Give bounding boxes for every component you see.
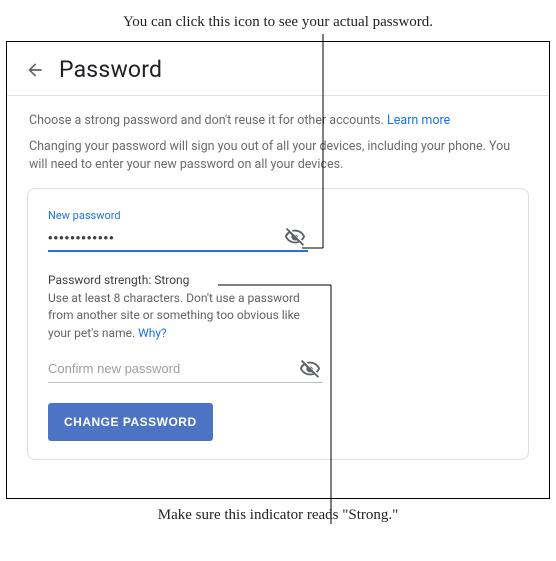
why-link[interactable]: Why? <box>138 326 167 340</box>
learn-more-link[interactable]: Learn more <box>387 113 450 128</box>
strength-hint-text: Use at least 8 characters. Don't use a p… <box>48 291 300 340</box>
page-title: Password <box>59 56 162 83</box>
info-text: Choose a strong password and don't reuse… <box>7 96 549 174</box>
back-arrow-icon[interactable] <box>25 60 45 80</box>
new-password-row <box>48 224 308 252</box>
info-line2: Changing your password will sign you out… <box>29 138 527 174</box>
strength-hint: Use at least 8 characters. Don't use a p… <box>48 290 308 342</box>
settings-frame: Password Choose a strong password and do… <box>6 41 550 499</box>
confirm-password-input[interactable] <box>48 357 297 380</box>
page-header: Password <box>7 42 549 96</box>
strength-line: Password strength: Strong <box>48 272 308 289</box>
new-password-label: New password <box>48 209 508 222</box>
visibility-toggle-icon[interactable] <box>297 356 323 382</box>
change-password-button[interactable]: CHANGE PASSWORD <box>48 403 213 441</box>
info-line1: Choose a strong password and don't reuse… <box>29 113 387 128</box>
new-password-field: New password <box>48 209 508 252</box>
visibility-toggle-icon[interactable] <box>282 224 308 250</box>
annotation-top: You can click this icon to see your actu… <box>0 0 556 41</box>
strength-label: Password strength: <box>48 273 154 287</box>
confirm-password-field <box>48 356 508 383</box>
strength-block: Password strength: Strong Use at least 8… <box>48 272 308 342</box>
annotation-bottom: Make sure this indicator reads "Strong." <box>0 499 556 524</box>
confirm-password-row <box>48 356 323 383</box>
password-card: New password Password strength: Strong U… <box>27 188 529 460</box>
strength-value: Strong <box>154 273 189 287</box>
new-password-input[interactable] <box>48 226 282 249</box>
